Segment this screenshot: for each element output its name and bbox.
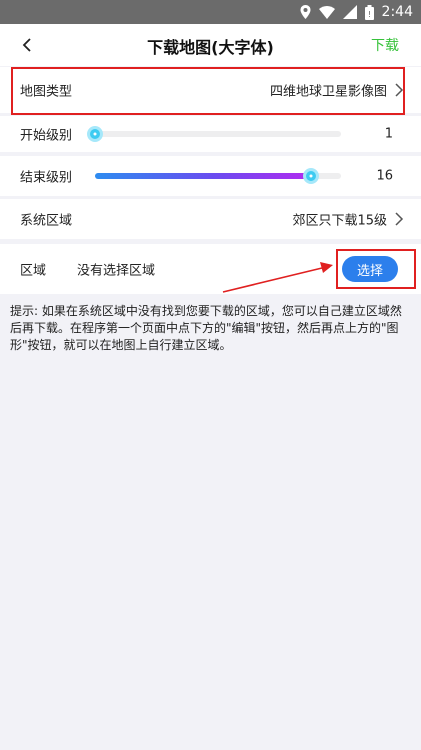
annotation-arrow xyxy=(222,262,333,293)
hint-text: 提示: 如果在系统区域中没有找到您要下载的区域，您可以自己建立区域然后再下载。在… xyxy=(10,304,402,352)
